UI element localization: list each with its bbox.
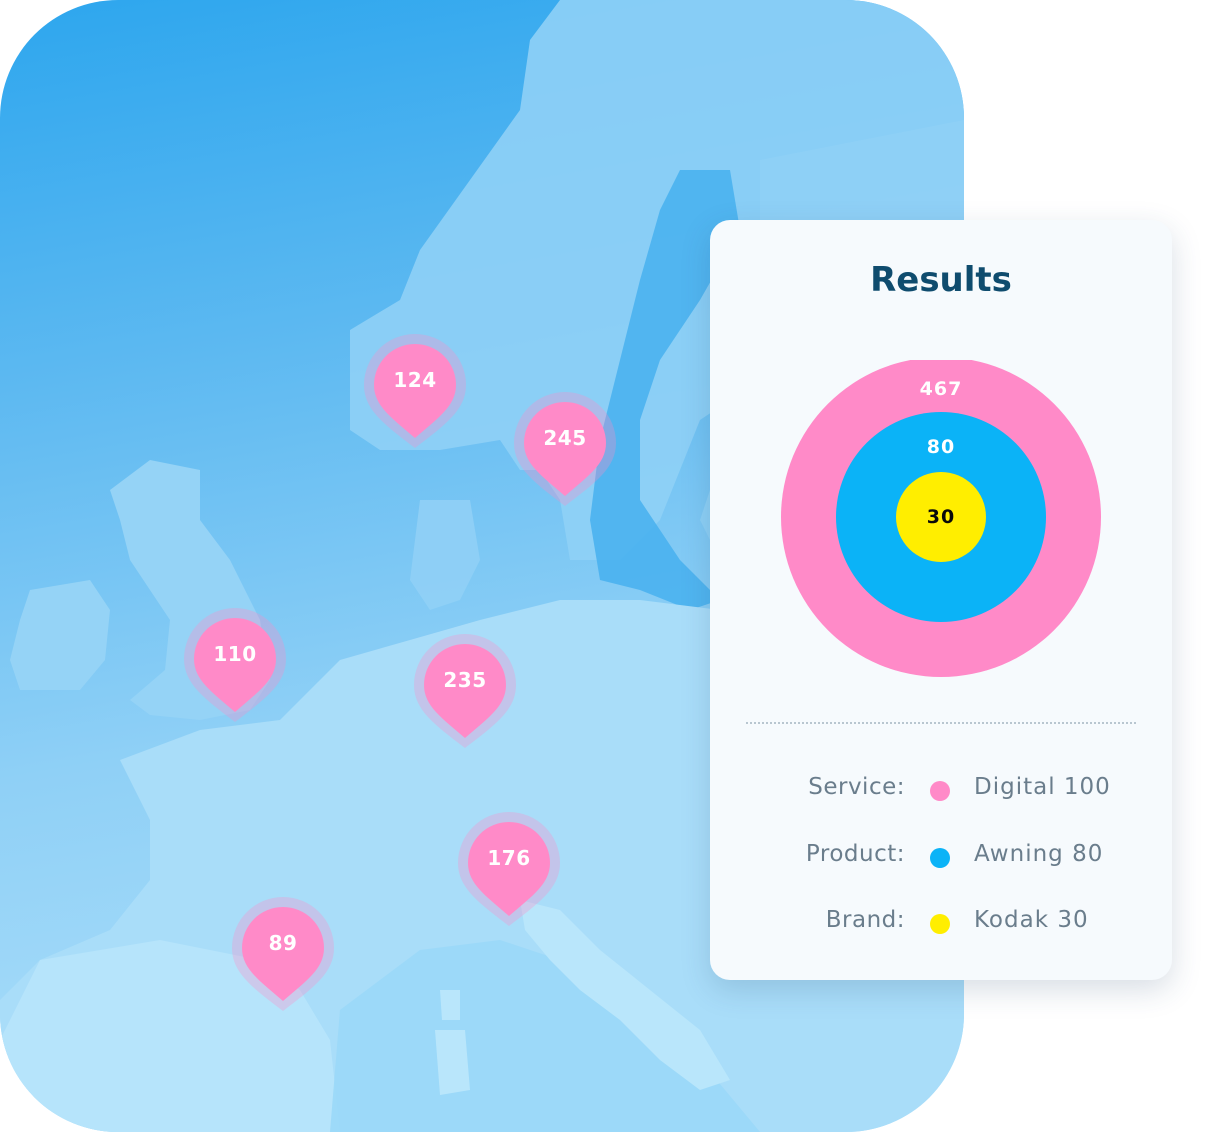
ring-middle-value: 80 — [926, 436, 956, 458]
map-marker-germany[interactable]: 235 — [410, 630, 520, 750]
map-marker-italy[interactable]: 176 — [454, 808, 564, 928]
land-sardinia — [435, 1030, 470, 1095]
results-title: Results — [870, 260, 1012, 300]
legend-key: Service: — [808, 774, 905, 800]
ring-inner-value: 30 — [926, 506, 956, 528]
marker-value: 110 — [213, 642, 257, 666]
legend-key: Brand: — [825, 907, 905, 933]
legend-row-product: Product: Awning 80 — [710, 833, 1172, 873]
land-corsica — [440, 990, 460, 1020]
legend-value: Kodak 30 — [974, 907, 1089, 933]
marker-value: 235 — [443, 668, 487, 692]
map-marker-sweden[interactable]: 245 — [510, 388, 620, 508]
results-map-illustration: 124 245 110 235 176 89 Results 467 80 30… — [0, 0, 1212, 1132]
marker-value: 176 — [487, 846, 531, 870]
dot-icon — [930, 781, 950, 801]
map-marker-norway[interactable]: 124 — [360, 330, 470, 450]
legend-row-brand: Brand: Kodak 30 — [710, 899, 1172, 939]
ring-outer-value: 467 — [919, 378, 963, 400]
land-ireland — [10, 580, 110, 690]
divider — [746, 722, 1136, 724]
legend-key: Product: — [805, 841, 905, 867]
dot-icon — [930, 914, 950, 934]
legend-value: Awning 80 — [974, 841, 1104, 867]
map-marker-uk[interactable]: 110 — [180, 604, 290, 724]
legend-row-service: Service: Digital 100 — [710, 766, 1172, 806]
marker-value: 245 — [543, 426, 587, 450]
marker-value: 89 — [268, 931, 298, 955]
marker-value: 124 — [393, 368, 437, 392]
legend-value: Digital 100 — [974, 774, 1111, 800]
dot-icon — [930, 848, 950, 868]
map-marker-spain[interactable]: 89 — [228, 893, 338, 1013]
results-panel: Results 467 80 30 Service: Digital 100 P… — [710, 220, 1172, 980]
land-denmark — [410, 500, 480, 610]
